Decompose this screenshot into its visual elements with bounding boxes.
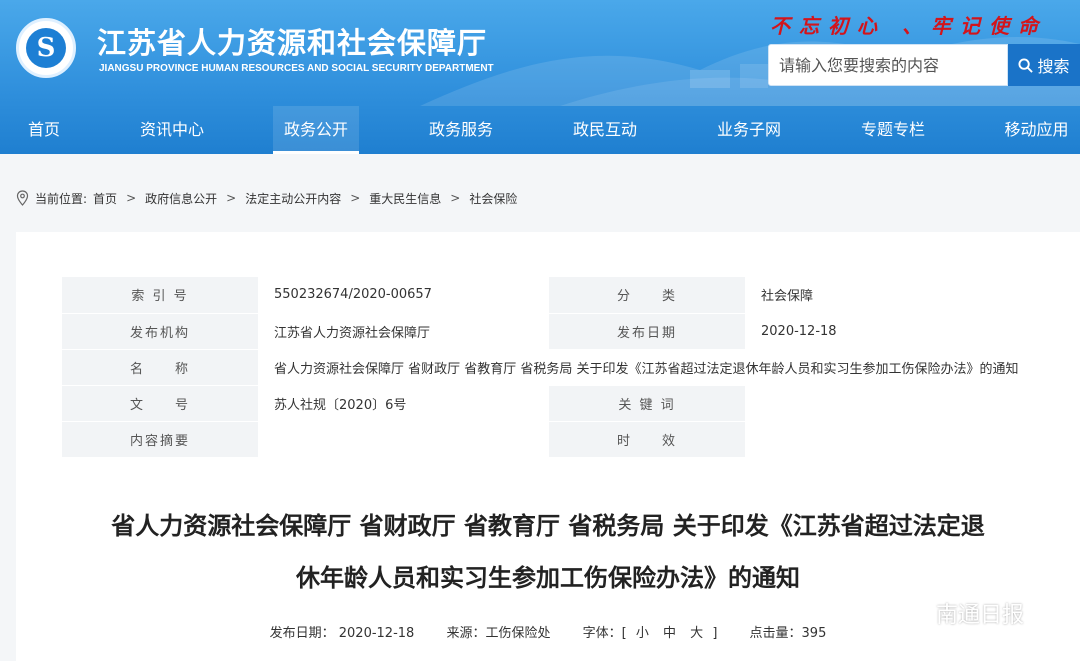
location-pin-icon bbox=[16, 190, 29, 206]
meta-keywords-label: 关 键 词 bbox=[549, 385, 745, 422]
font-size-large-button[interactable]: 大 bbox=[690, 626, 703, 641]
document-date: 发布日期： 2020-12-18 bbox=[269, 626, 415, 641]
document-source: 来源：工伤保险处 bbox=[446, 626, 551, 641]
breadcrumb-statutory[interactable]: 法定主动公开内容 bbox=[245, 190, 341, 207]
nav-item-news[interactable]: 资讯中心 bbox=[127, 106, 217, 154]
document-meta-table: 索 引 号 550232674/2020-00657 分 类 社会保障 发布机构… bbox=[62, 277, 1036, 458]
meta-index-value: 550232674/2020-00657 bbox=[258, 277, 549, 314]
slogan: 不忘初心 、牢记使命 bbox=[770, 14, 1047, 38]
nav-item-gov-open[interactable]: 政务公开 bbox=[273, 106, 359, 154]
search-button[interactable]: 搜索 bbox=[1008, 44, 1080, 86]
breadcrumb-separator: > bbox=[450, 191, 461, 205]
meta-docno-label: 文 号 bbox=[62, 385, 258, 422]
nav-item-home[interactable]: 首页 bbox=[0, 106, 88, 154]
breadcrumb-prefix: 当前位置: bbox=[35, 191, 88, 206]
nav-item-topics[interactable]: 专题专栏 bbox=[849, 106, 937, 154]
site-title[interactable]: 江苏省人力资源和社会保障厅 bbox=[97, 20, 487, 62]
logo-emblem-icon[interactable]: S bbox=[16, 18, 76, 78]
meta-row: 发布机构 江苏省人力资源社会保障厅 发布日期 2020-12-18 bbox=[62, 313, 1036, 350]
breadcrumb-home[interactable]: 首页 bbox=[93, 190, 117, 207]
search-input[interactable] bbox=[779, 55, 1007, 75]
font-size-medium-button[interactable]: 中 bbox=[663, 626, 676, 641]
nav-item-business[interactable]: 业务子网 bbox=[705, 106, 793, 154]
search-button-label: 搜索 bbox=[1037, 57, 1070, 76]
meta-row: 文 号 苏人社规〔2020〕6号 关 键 词 bbox=[62, 385, 1036, 422]
site-subtitle: JIANGSU PROVINCE HUMAN RESOURCES AND SOC… bbox=[99, 63, 494, 74]
document-views: 点击量：395 bbox=[749, 626, 827, 641]
meta-category-label: 分 类 bbox=[549, 277, 745, 314]
search-box[interactable] bbox=[768, 44, 1008, 86]
meta-validity-label: 时 效 bbox=[549, 421, 745, 458]
meta-publisher-label: 发布机构 bbox=[62, 313, 258, 350]
font-size-label: 字体： bbox=[582, 626, 622, 641]
meta-keywords-value bbox=[745, 385, 1036, 422]
font-size-control: 字体：[ 小 中 大 ] bbox=[583, 626, 722, 641]
breadcrumb-livelihood[interactable]: 重大民生信息 bbox=[369, 190, 441, 207]
search-icon bbox=[1018, 57, 1034, 73]
meta-row: 名 称 省人力资源社会保障厅 省财政厅 省教育厅 省税务局 关于印发《江苏省超过… bbox=[62, 349, 1036, 386]
font-size-small-button[interactable]: 小 bbox=[636, 626, 649, 641]
meta-index-label: 索 引 号 bbox=[62, 277, 258, 314]
font-bracket-open: [ bbox=[621, 626, 627, 641]
meta-row: 索 引 号 550232674/2020-00657 分 类 社会保障 bbox=[62, 277, 1036, 314]
breadcrumb-social-insurance[interactable]: 社会保险 bbox=[469, 190, 517, 207]
watermark-text: 南通日报 bbox=[936, 603, 1025, 628]
breadcrumb-separator: > bbox=[126, 191, 137, 205]
font-bracket-close: ] bbox=[712, 626, 718, 641]
breadcrumb-separator: > bbox=[350, 191, 361, 205]
meta-name-value: 省人力资源社会保障厅 省财政厅 省教育厅 省税务局 关于印发《江苏省超过法定退休… bbox=[258, 349, 1036, 386]
breadcrumb-separator: > bbox=[226, 191, 237, 205]
wechat-icon bbox=[892, 600, 927, 626]
main-nav: 首页 资讯中心 政务公开 政务服务 政民互动 业务子网 专题专栏 移动应用 bbox=[0, 106, 1080, 154]
meta-row: 内容摘要 时 效 bbox=[62, 421, 1036, 458]
meta-abstract-value bbox=[258, 421, 549, 458]
meta-publisher-value: 江苏省人力资源社会保障厅 bbox=[258, 313, 549, 350]
meta-docno-value: 苏人社规〔2020〕6号 bbox=[258, 385, 549, 422]
meta-category-value: 社会保障 bbox=[745, 277, 1036, 314]
meta-abstract-label: 内容摘要 bbox=[62, 421, 258, 458]
document-title: 省人力资源社会保障厅 省财政厅 省教育厅 省税务局 关于印发《江苏省超过法定退 … bbox=[56, 500, 1040, 604]
site-header: S 江苏省人力资源和社会保障厅 JIANGSU PROVINCE HUMAN R… bbox=[0, 0, 1080, 154]
document-title-line-1: 省人力资源社会保障厅 省财政厅 省教育厅 省税务局 关于印发《江苏省超过法定退 bbox=[111, 512, 985, 540]
nav-item-gov-service[interactable]: 政务服务 bbox=[417, 106, 505, 154]
nav-item-interaction[interactable]: 政民互动 bbox=[561, 106, 649, 154]
nav-item-mobile[interactable]: 移动应用 bbox=[993, 106, 1080, 154]
meta-validity-value bbox=[745, 421, 1036, 458]
meta-date-value: 2020-12-18 bbox=[745, 313, 1036, 350]
breadcrumb: 当前位置: 首页 > 政府信息公开 > 法定主动公开内容 > 重大民生信息 > … bbox=[16, 188, 517, 208]
meta-name-label: 名 称 bbox=[62, 349, 258, 386]
meta-date-label: 发布日期 bbox=[549, 313, 745, 350]
breadcrumb-gov-info[interactable]: 政府信息公开 bbox=[145, 190, 217, 207]
watermark: 南通日报 bbox=[890, 597, 1024, 629]
